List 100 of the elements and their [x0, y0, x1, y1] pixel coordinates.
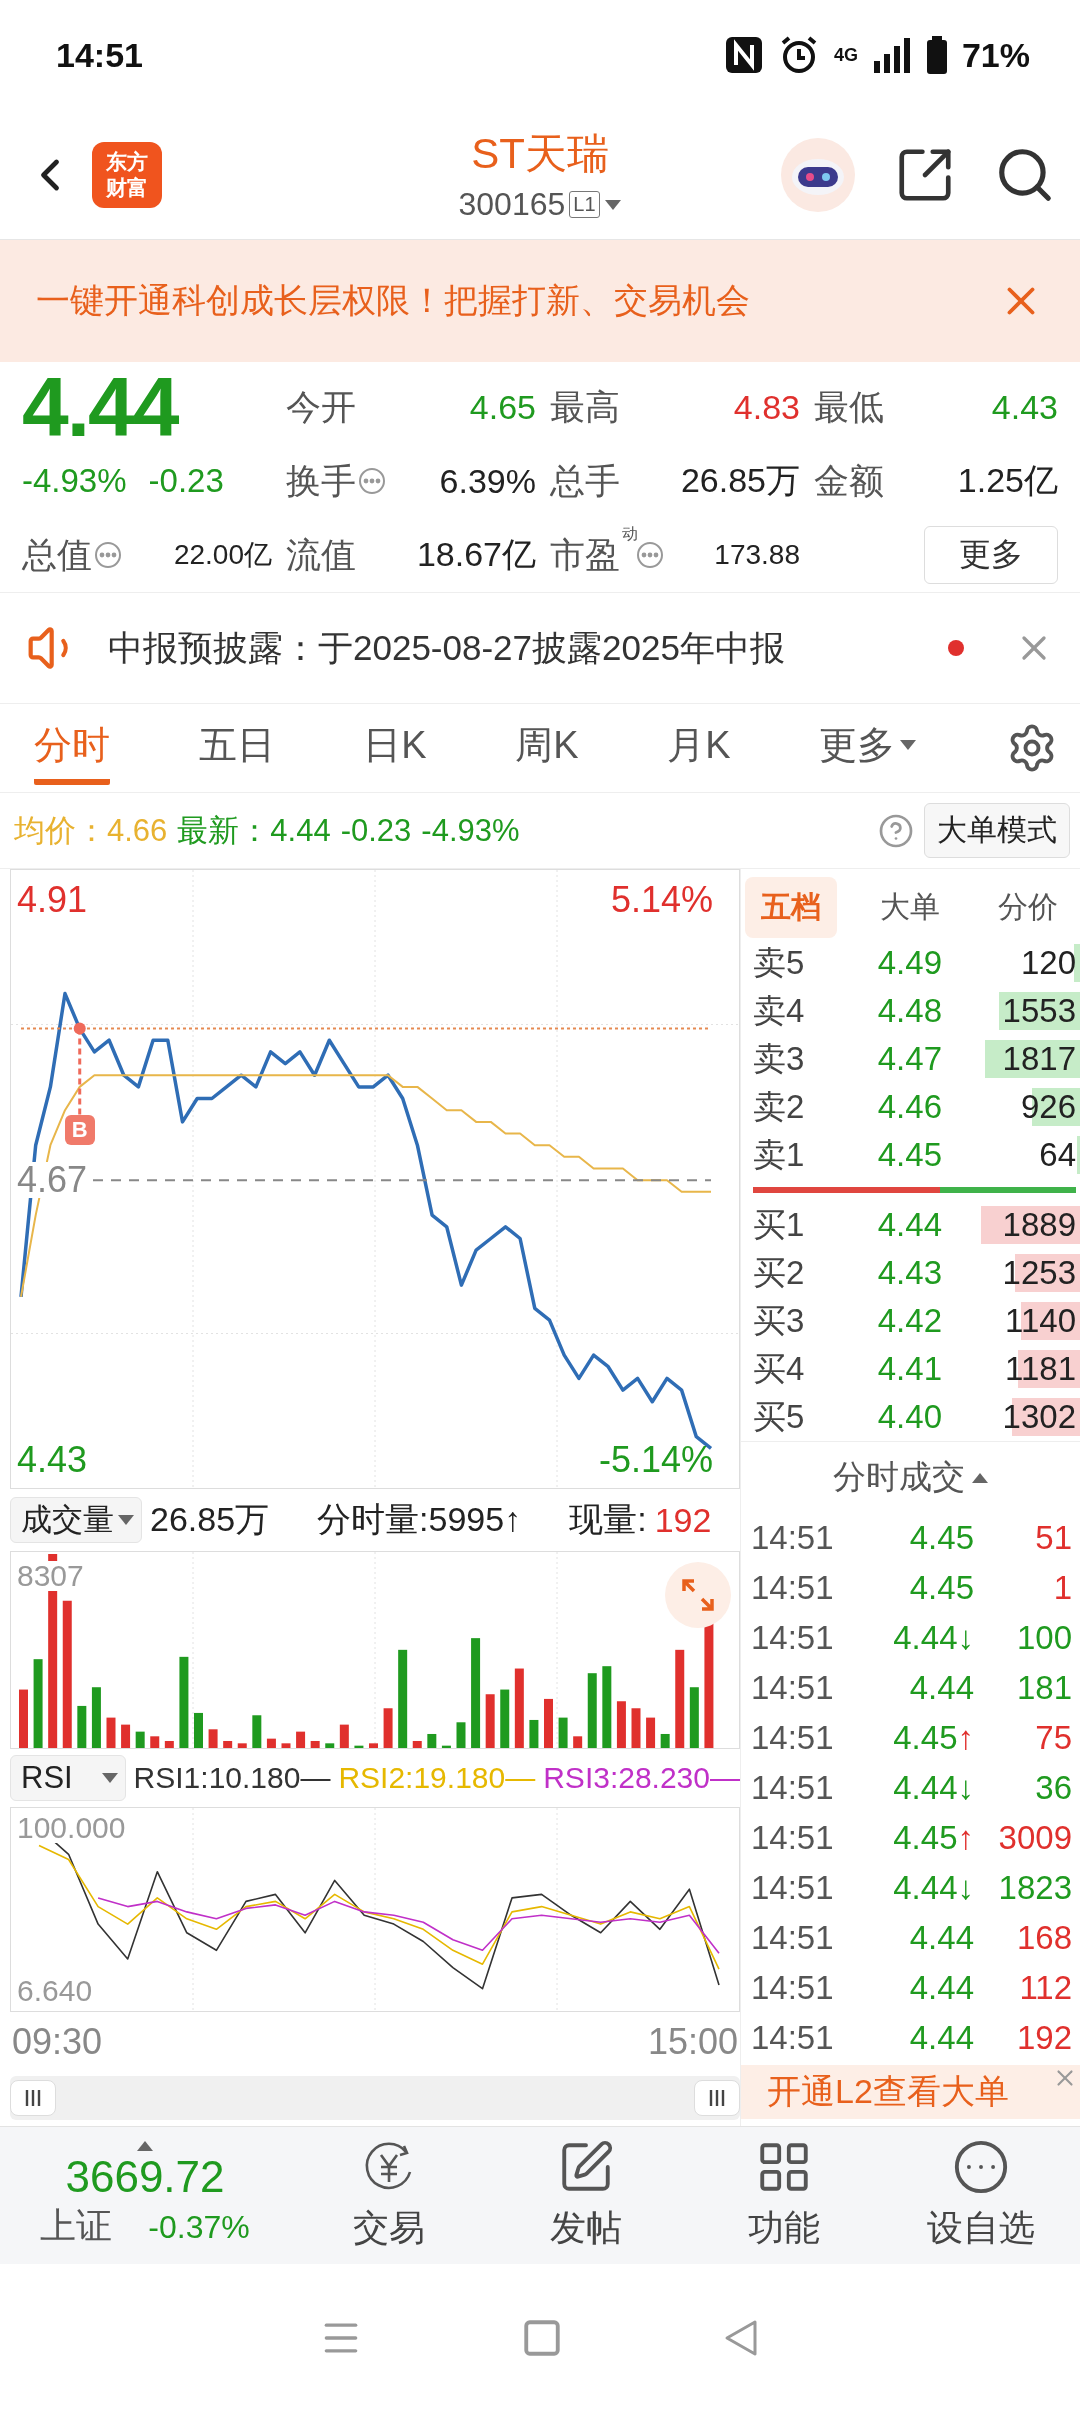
latest-change: -0.23	[340, 812, 412, 849]
stock-code: 300165	[458, 186, 566, 223]
robot-avatar-icon[interactable]	[780, 136, 856, 213]
caret-down-icon	[100, 1772, 119, 1784]
order-price: 4.45	[876, 1136, 943, 1174]
battery-icon	[925, 36, 948, 74]
stat-label: 金额	[814, 459, 884, 502]
chart-tab[interactable]: 更多	[819, 711, 918, 785]
order-volume: 64	[1039, 1136, 1077, 1174]
trade-volume: 1823	[997, 1869, 1072, 1907]
caret-down-icon	[603, 198, 622, 211]
trade-time: 14:51	[751, 1619, 835, 1657]
level-badge: L1	[569, 191, 600, 218]
help-button[interactable]	[878, 812, 914, 849]
time-label: 15:00	[647, 2021, 738, 2063]
status-time: 14:51	[56, 35, 143, 75]
order-book-tab[interactable]: 分价	[982, 876, 1074, 938]
axis-label: 5.14%	[609, 882, 714, 919]
range-handle[interactable]	[10, 2080, 56, 2116]
stat-value: 18.67亿	[416, 534, 536, 575]
chart-tab[interactable]: 五日	[198, 711, 275, 785]
current-volume: 192	[654, 1500, 712, 1540]
order-book-tab[interactable]: 大单	[863, 876, 956, 938]
trade-time: 14:51	[751, 2019, 835, 2057]
rsi-legend: RSI2:19.180—	[338, 1761, 536, 1795]
order-level-label: 买4	[753, 1348, 806, 1389]
order-level-label: 卖2	[753, 1086, 806, 1127]
chart-tab[interactable]: 周K	[515, 711, 579, 785]
stat-label: 总手	[550, 459, 620, 502]
stat-label: 总值	[22, 533, 92, 576]
order-volume: 1181	[1005, 1350, 1077, 1388]
trade-volume: 75	[1034, 1719, 1072, 1757]
order-volume: 1817	[1002, 1040, 1077, 1078]
trade-volume: 181	[1015, 1669, 1072, 1707]
stat-superscript: 动	[622, 523, 638, 544]
large-order-mode-button[interactable]: 大单模式	[924, 803, 1070, 858]
home-button[interactable]	[521, 2317, 563, 2359]
trades-header[interactable]: 分时成交	[832, 1455, 965, 1500]
time-label: 09:30	[12, 2021, 103, 2063]
trade-time: 14:51	[751, 1919, 835, 1957]
order-level-label: 买1	[753, 1204, 806, 1245]
order-price: 4.43	[876, 1254, 943, 1292]
trade-volume: 51	[1034, 1519, 1072, 1557]
stat-value: 6.39%	[439, 461, 536, 501]
info-icon[interactable]	[636, 541, 664, 569]
battery-level: 71%	[961, 35, 1030, 75]
current-price: 4.44	[22, 358, 180, 456]
order-level-label: 买3	[753, 1300, 806, 1341]
order-level-label: 买2	[753, 1252, 806, 1293]
indicator-selector[interactable]: 成交量	[10, 1497, 142, 1543]
order-volume: 926	[1020, 1088, 1077, 1126]
stat-label: 今开	[286, 385, 356, 428]
trade-price: 4.44	[908, 2019, 974, 2057]
toolbar-button[interactable]: 交易	[290, 2137, 488, 2254]
order-level-label: 卖5	[753, 942, 806, 983]
stat-label: 流值	[286, 533, 356, 576]
trade-volume: 192	[1015, 2019, 1072, 2057]
toolbar-button[interactable]: 发帖	[487, 2137, 685, 2254]
info-icon[interactable]	[358, 467, 386, 495]
trade-volume: 100	[1015, 1619, 1072, 1657]
axis-label: 8307	[15, 1561, 86, 1591]
trade-price: 4.44↓	[892, 1619, 974, 1657]
order-volume: 1889	[1002, 1206, 1077, 1244]
indicator-selector[interactable]: RSI	[10, 1755, 126, 1801]
stat-label: 市盈	[550, 533, 620, 576]
trade-time: 14:51	[751, 1969, 835, 2007]
expand-icon	[680, 1577, 716, 1613]
change-percent: -4.93%	[22, 462, 127, 500]
rsi-legend: RSI1:10.180—	[133, 1761, 331, 1795]
trade-volume: 112	[1018, 1969, 1072, 2007]
change-amount: -0.23	[148, 462, 224, 500]
stat-label: 换手	[286, 459, 356, 502]
stat-value: 26.85万	[680, 460, 800, 501]
chart-tab[interactable]: 日K	[363, 711, 427, 785]
trade-price: 4.45	[908, 1519, 974, 1557]
trade-volume: 36	[1034, 1769, 1072, 1807]
order-level-label: 卖4	[753, 990, 806, 1031]
info-icon[interactable]	[94, 541, 122, 569]
order-price: 4.47	[876, 1040, 943, 1078]
notice-text[interactable]: 中报预披露：于2025-08-27披露2025年中报	[108, 624, 922, 672]
order-price: 4.46	[876, 1088, 943, 1126]
trade-time: 14:51	[751, 1869, 835, 1907]
trade-volume: 1	[1052, 1569, 1072, 1607]
average-price: 均价：4.66	[14, 811, 168, 850]
rsi-legend: RSI3:28.230—	[543, 1761, 740, 1795]
order-price: 4.40	[876, 1398, 943, 1436]
order-level-label: 买5	[753, 1396, 806, 1437]
trade-time: 14:51	[751, 1669, 835, 1707]
more-button[interactable]: 更多	[924, 526, 1058, 584]
toolbar-button[interactable]: 设自选	[882, 2137, 1080, 2254]
stat-value: 22.00亿	[173, 538, 272, 572]
grip-icon	[709, 2089, 725, 2107]
order-volume: 120	[1020, 944, 1077, 982]
toolbar-button[interactable]: 功能	[685, 2137, 883, 2254]
interval-volume: 分时量:5995↑	[317, 1499, 522, 1540]
chart-tab[interactable]: 月K	[667, 711, 731, 785]
range-handle[interactable]	[694, 2080, 740, 2116]
stat-label: 最低	[814, 385, 884, 428]
order-price: 4.48	[876, 992, 943, 1030]
trade-price: 4.44	[908, 1919, 974, 1957]
